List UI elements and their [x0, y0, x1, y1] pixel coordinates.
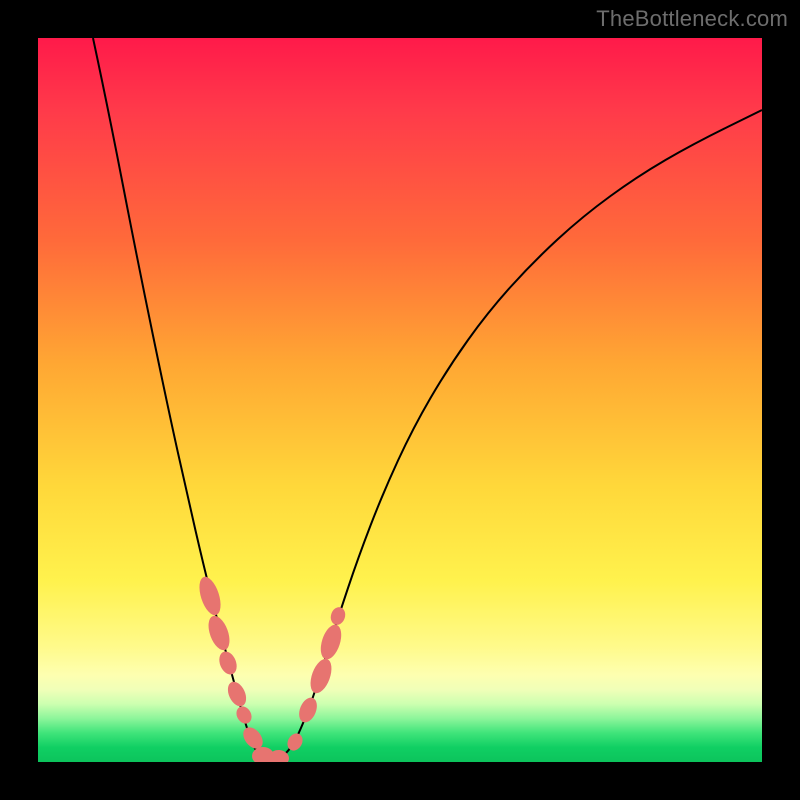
data-marker [195, 574, 224, 618]
chart-frame: TheBottleneck.com [0, 0, 800, 800]
data-marker [224, 679, 249, 709]
data-marker [204, 613, 233, 653]
data-marker [233, 704, 254, 727]
chart-svg [38, 38, 762, 762]
data-markers [195, 574, 347, 762]
bottleneck-curve [93, 38, 762, 761]
data-marker [296, 695, 321, 725]
data-marker [216, 649, 240, 677]
watermark-label: TheBottleneck.com [596, 6, 788, 32]
data-marker [306, 656, 335, 696]
plot-area [38, 38, 762, 762]
data-marker [329, 605, 348, 626]
data-marker [317, 622, 345, 662]
